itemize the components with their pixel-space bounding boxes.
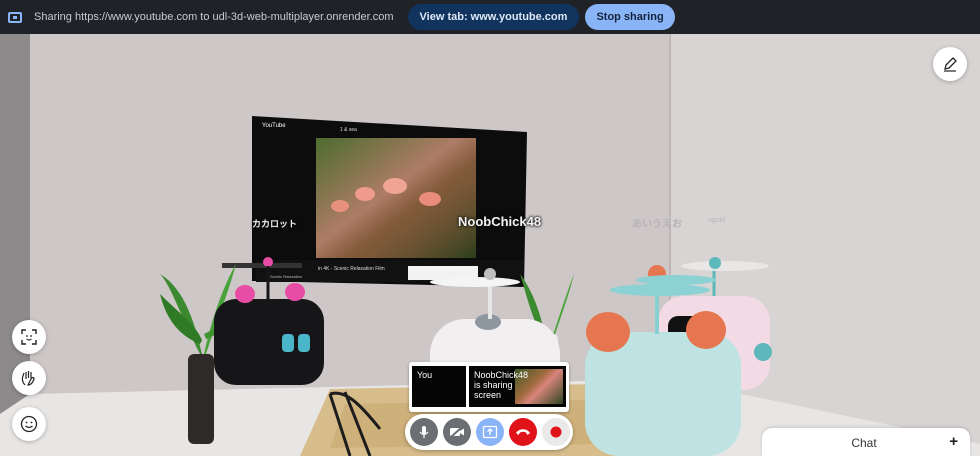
self-video-tile[interactable]: You <box>412 366 466 407</box>
record-button[interactable] <box>542 418 570 446</box>
hangup-icon <box>516 429 530 435</box>
view-tab-button[interactable]: View tab: www.youtube.com <box>407 4 580 30</box>
emoji-icon <box>20 415 38 433</box>
flamingo <box>419 192 441 206</box>
shared-screen-tile[interactable]: NoobChick48 is sharing screen <box>469 366 566 407</box>
flamingo <box>331 200 349 212</box>
tv-stand <box>222 263 302 268</box>
flamingo <box>355 187 375 201</box>
wave-hand-button[interactable] <box>12 361 46 395</box>
wave-hand-icon <box>21 371 35 386</box>
player-name-tag: NoobChick48 <box>458 214 542 229</box>
player-name-tag: カカロット <box>252 219 298 229</box>
mic-icon <box>419 426 429 438</box>
mic-button[interactable] <box>410 418 438 446</box>
chat-add-button[interactable]: + <box>949 433 958 450</box>
flamingo <box>383 178 407 194</box>
pencil-icon <box>944 57 957 72</box>
chat-title: Chat <box>851 436 877 450</box>
record-icon <box>550 426 562 438</box>
youtube-logo: YouTube <box>262 123 286 129</box>
video-tiles: You NoobChick48 is sharing screen <box>409 362 569 412</box>
left-wall <box>0 34 30 414</box>
share-message: Sharing https://www.youtube.com to udl-3… <box>34 11 394 23</box>
search-text: 1 & sea <box>340 127 357 133</box>
call-controls <box>405 414 573 450</box>
sharing-label: NoobChick48 is sharing screen <box>474 370 529 400</box>
face-tracking-button[interactable] <box>12 320 46 354</box>
player-name-tag: あいうえお <box>632 219 682 230</box>
edit-button[interactable] <box>933 47 967 81</box>
screen-share-icon <box>8 11 22 23</box>
left-plant-pot <box>188 354 214 444</box>
camera-button[interactable] <box>443 418 471 446</box>
self-tile-label: You <box>417 370 433 380</box>
channel-text: Scenic Relaxation <box>270 274 302 279</box>
camera-off-icon <box>449 425 464 439</box>
share-screen-icon <box>482 425 498 439</box>
share-screen-button[interactable] <box>476 418 504 446</box>
hangup-button[interactable] <box>509 418 537 446</box>
screen-share-bar: Sharing https://www.youtube.com to udl-3… <box>0 0 980 34</box>
emoji-button[interactable] <box>12 407 46 441</box>
stop-sharing-button[interactable]: Stop sharing <box>585 4 675 30</box>
player-name-tag: ngoid <box>708 217 726 224</box>
face-tracking-icon <box>21 329 37 345</box>
video-title: in 4K - Scenic Relaxation Film <box>318 266 385 272</box>
chat-panel[interactable]: Chat + <box>762 428 970 456</box>
